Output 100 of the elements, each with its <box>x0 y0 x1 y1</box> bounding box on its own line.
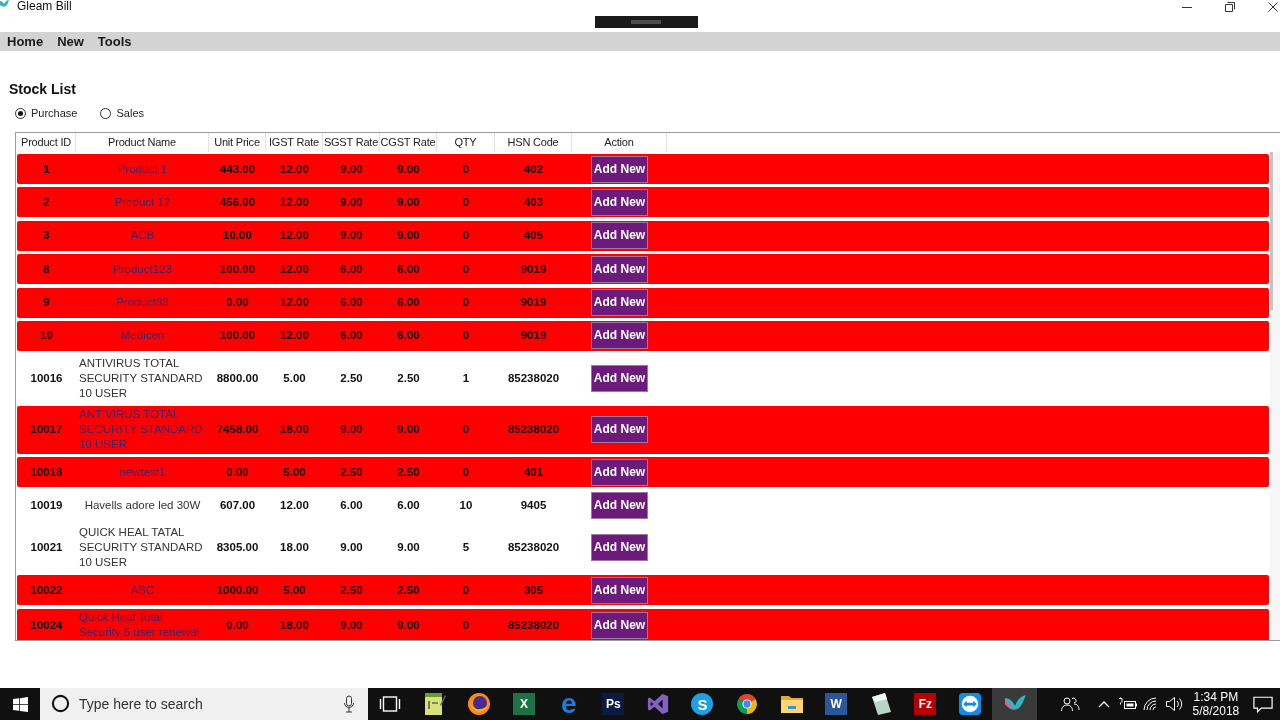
wifi-icon[interactable] <box>1142 697 1159 711</box>
grip-handle[interactable] <box>595 16 698 28</box>
app-tile: X <box>513 693 536 715</box>
table-row[interactable]: 10018 newtest1 0.00 5.00 2.50 2.50 0 401 Add New <box>17 457 1269 488</box>
table-cell: 9405 <box>520 498 547 513</box>
table-cell: 3 <box>43 228 50 244</box>
column-header[interactable]: IGST Rate <box>266 133 323 152</box>
table-cell: 6.00 <box>397 498 420 513</box>
add-new-button[interactable]: Add New <box>591 289 648 317</box>
table-row[interactable]: 10022 ABC 1000.00 5.00 2.50 2.50 0 305 Add New <box>17 575 1269 606</box>
add-new-button[interactable]: Add New <box>591 458 648 486</box>
close-icon[interactable] <box>1268 2 1278 12</box>
app-badge: S <box>691 693 714 715</box>
table-cell: 18.00 <box>280 617 309 633</box>
table-cell: 0 <box>462 228 470 244</box>
table-cell: 6.00 <box>397 261 420 277</box>
table-cell: 0.00 <box>226 617 249 633</box>
menu-item[interactable]: Home <box>7 32 44 51</box>
table-cell: 2.50 <box>397 464 420 480</box>
table-cell: 403 <box>523 194 544 210</box>
taskbar-button[interactable]: e <box>546 688 591 720</box>
table-cell: ABC <box>130 582 155 598</box>
table-cell: 0 <box>462 582 470 598</box>
table-cell: 10018 <box>30 464 63 480</box>
add-new-button[interactable]: Add New <box>591 255 648 283</box>
table-cell: 9.00 <box>397 228 420 244</box>
volume-icon[interactable] <box>1164 696 1183 712</box>
column-header[interactable]: Action <box>572 133 667 152</box>
table-cell: 2.50 <box>340 464 363 480</box>
scrollbar-thumb[interactable] <box>1270 152 1273 310</box>
add-new-button[interactable]: Add New <box>591 534 648 562</box>
add-new-button[interactable]: Add New <box>591 492 648 519</box>
table-cell: 9.00 <box>397 422 420 438</box>
table-cell: 0.00 <box>226 464 249 480</box>
table-cell: 0 <box>462 464 470 480</box>
add-new-button[interactable]: Add New <box>591 364 648 392</box>
taskbar-button[interactable]: X <box>501 688 547 720</box>
start-icon[interactable] <box>12 696 28 712</box>
table-cell: 9.00 <box>340 540 363 556</box>
add-new-button[interactable]: Add New <box>591 416 648 444</box>
table-cell: 6.00 <box>397 328 420 344</box>
table-cell: 10022 <box>30 582 63 598</box>
table-cell: Product123 <box>113 261 172 277</box>
table-cell: 9.00 <box>340 194 363 210</box>
globe-icon <box>467 692 492 716</box>
table-cell: 9019 <box>520 295 547 311</box>
table-cell: 9 <box>43 295 50 311</box>
table-cell: 9019 <box>520 328 547 344</box>
column-header[interactable]: CGST Rate <box>380 133 437 152</box>
menu-item[interactable]: Tools <box>97 32 132 51</box>
restore-icon[interactable] <box>1225 2 1235 12</box>
taskbar-button[interactable]: Ps <box>590 688 636 720</box>
chevron-up-icon[interactable] <box>1097 700 1110 708</box>
add-new-button[interactable]: Add New <box>591 155 648 183</box>
column-header[interactable]: Product Name <box>76 133 209 152</box>
table-row[interactable]: 8 Product123 100.00 12.00 6.00 6.00 0 9019 Add New <box>17 254 1269 285</box>
table-cell: 2.50 <box>340 582 363 598</box>
column-header[interactable]: Product ID <box>17 133 76 152</box>
table-cell: 12.00 <box>280 498 309 513</box>
column-header[interactable]: Unit Price <box>209 133 266 152</box>
table-cell: 12.00 <box>280 295 309 311</box>
table-row[interactable]: 1 Product 1 443.00 12.00 9.00 9.00 0 402 Add New <box>17 154 1269 184</box>
add-new-button[interactable]: Add New <box>591 188 648 216</box>
table-row[interactable]: 9 Product88 0.00 12.00 6.00 6.00 0 9019 Add New <box>17 287 1269 318</box>
table-row[interactable]: 3 ACB 10.00 12.00 9.00 9.00 0 405 Add New <box>17 220 1269 251</box>
radio-button[interactable] <box>100 108 112 119</box>
add-new-button[interactable]: Add New <box>591 222 648 250</box>
loop-icon <box>646 693 669 715</box>
table-row[interactable]: 2 Product 12 456.00 12.00 9.00 9.00 0 403 Add New <box>17 187 1269 218</box>
column-header[interactable]: QTY <box>437 133 495 152</box>
table-cell: 85238020 <box>507 422 560 438</box>
search-field[interactable]: Type here to search <box>40 688 368 720</box>
notepad-icon <box>423 692 446 716</box>
clock-time[interactable]: 1:34 PM <box>1193 690 1239 704</box>
taskbar-button[interactable]: W <box>813 688 859 720</box>
table-row[interactable]: 10024 Quick Heal Total Security 5 user renewal 0.00 18.00 9.00 9.00 0 85238020 Add New <box>17 608 1269 640</box>
radio-button[interactable] <box>15 108 26 119</box>
column-header[interactable]: HSN Code <box>495 133 572 152</box>
table-cell: 9.00 <box>397 161 420 177</box>
add-new-button[interactable]: Add New <box>591 322 648 350</box>
battery-icon[interactable] <box>1117 697 1138 711</box>
column-header[interactable]: SGST Rate <box>323 133 380 152</box>
bird-icon <box>0 0 9 8</box>
table-row[interactable]: 10017 ANTIVIRUS TOTAL SECURITY STANDARD 10 USER 7458.00 18.00 9.00 9.00 0 85238020 Add New <box>17 405 1269 454</box>
menu-item[interactable]: New <box>57 32 84 51</box>
clock-date[interactable]: 5/8/2018 <box>1192 704 1240 718</box>
add-new-button[interactable]: Add New <box>591 611 648 639</box>
scrollbar-track[interactable] <box>1270 152 1280 640</box>
notification-icon[interactable] <box>1252 695 1273 713</box>
taskbar-button[interactable]: Fz <box>903 688 948 720</box>
people-icon[interactable] <box>1059 696 1080 712</box>
table-row[interactable]: 10 Medicen 100.00 12.00 6.00 6.00 0 9019 Add New <box>17 320 1269 351</box>
add-new-button[interactable]: Add New <box>591 576 648 604</box>
table-cell: 9.00 <box>397 617 420 633</box>
table-cell: 5.00 <box>283 464 306 480</box>
table-cell: 10017 <box>30 422 63 438</box>
folder-icon <box>779 694 804 714</box>
minimize-icon[interactable] <box>1182 6 1192 8</box>
table-cell: 2.50 <box>397 582 420 598</box>
table-cell: 1 <box>43 161 50 177</box>
